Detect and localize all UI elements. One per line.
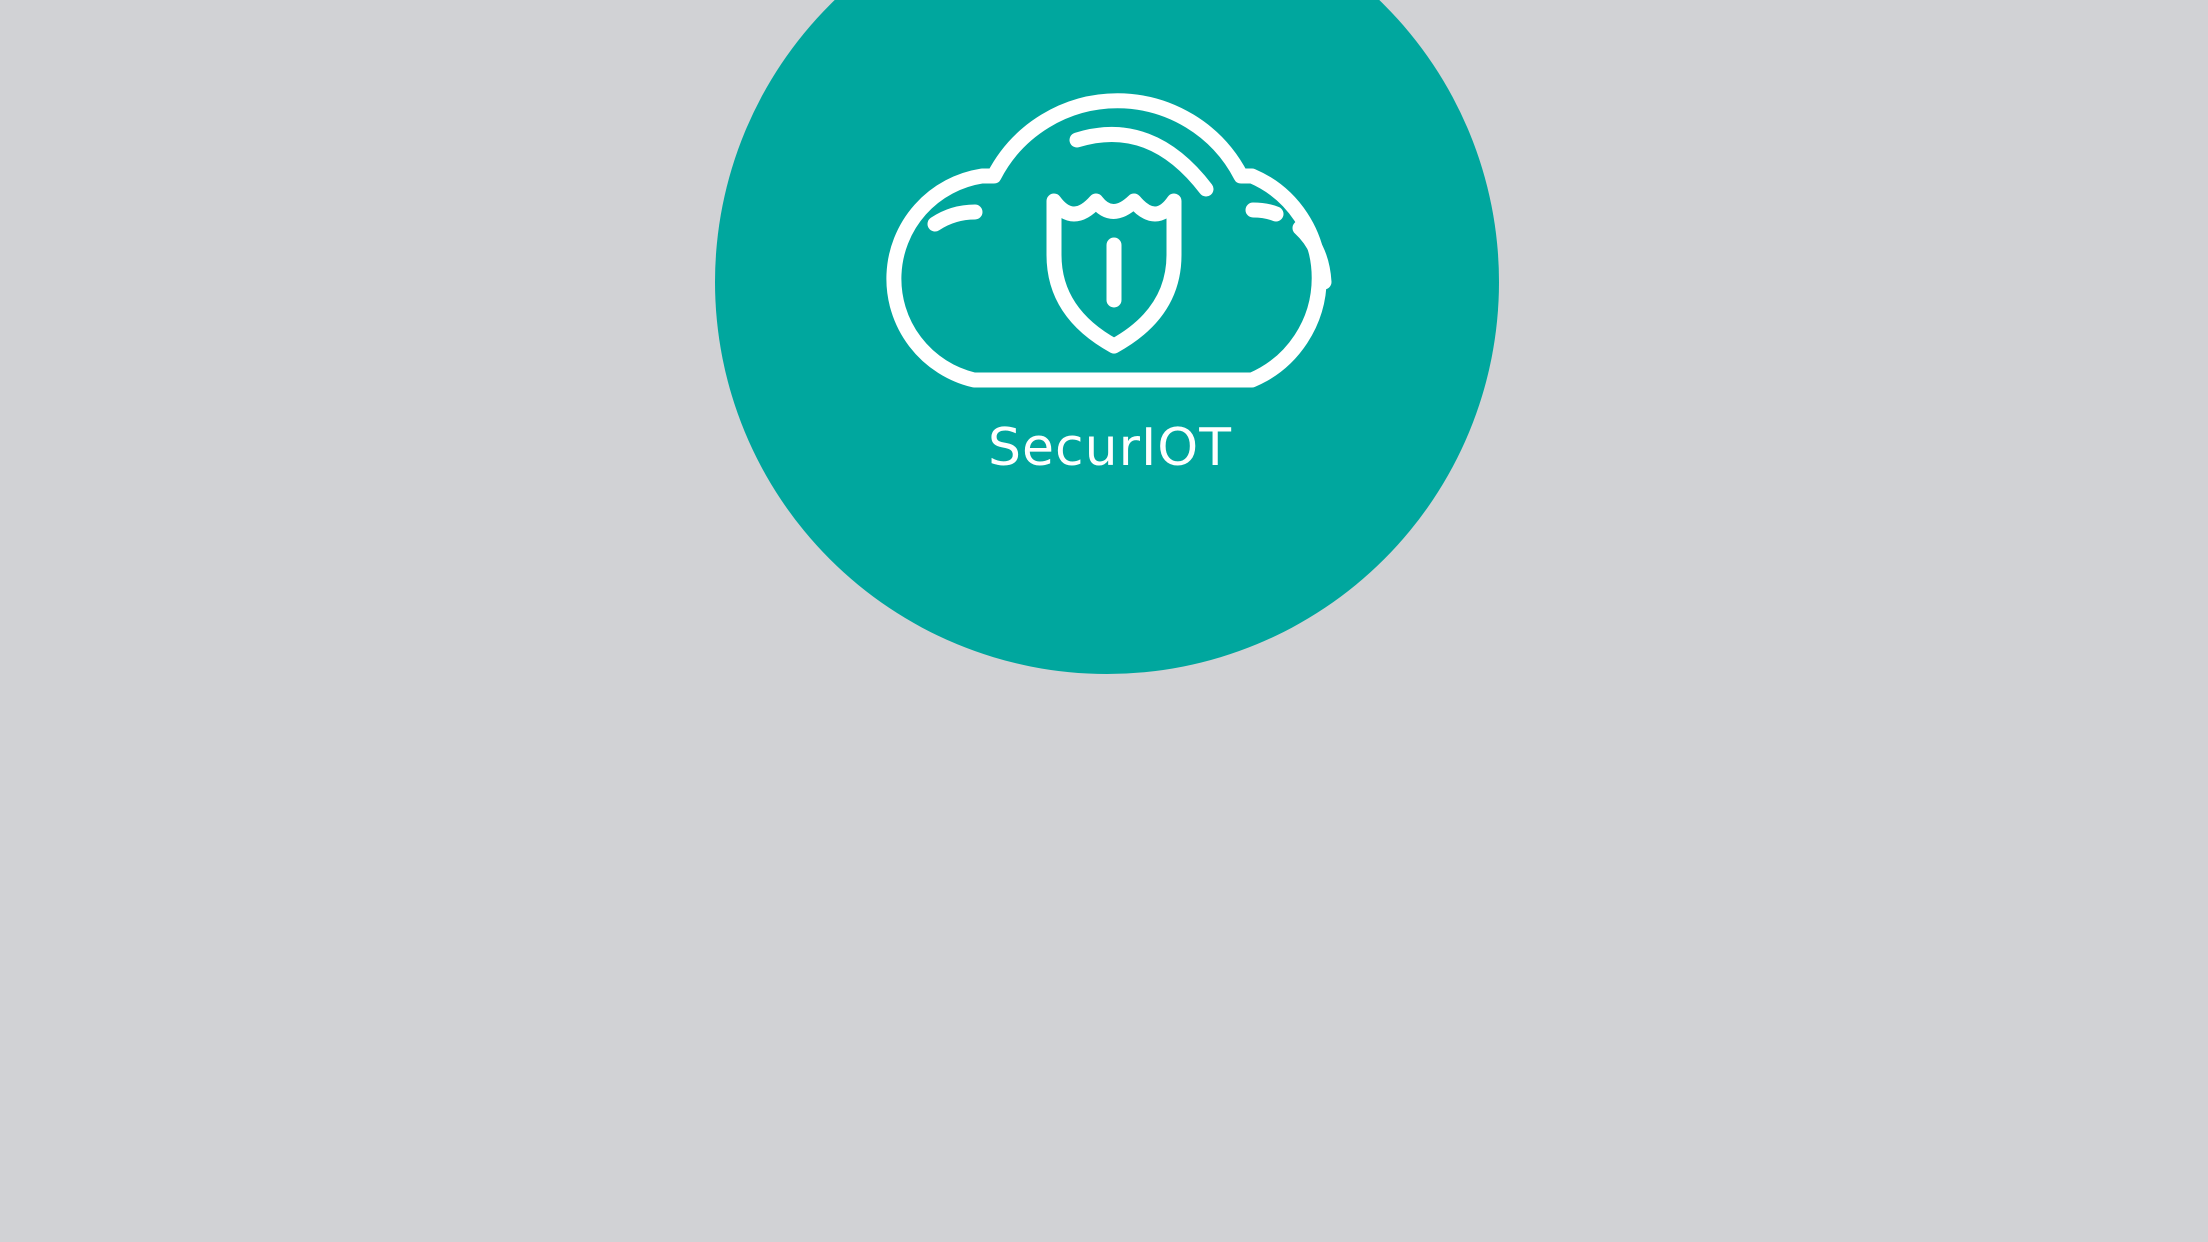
cloud-shield-icon xyxy=(858,92,1368,402)
splash-screen: SecurIOT xyxy=(0,0,2208,1242)
brand-name: SecurIOT xyxy=(988,418,1232,478)
